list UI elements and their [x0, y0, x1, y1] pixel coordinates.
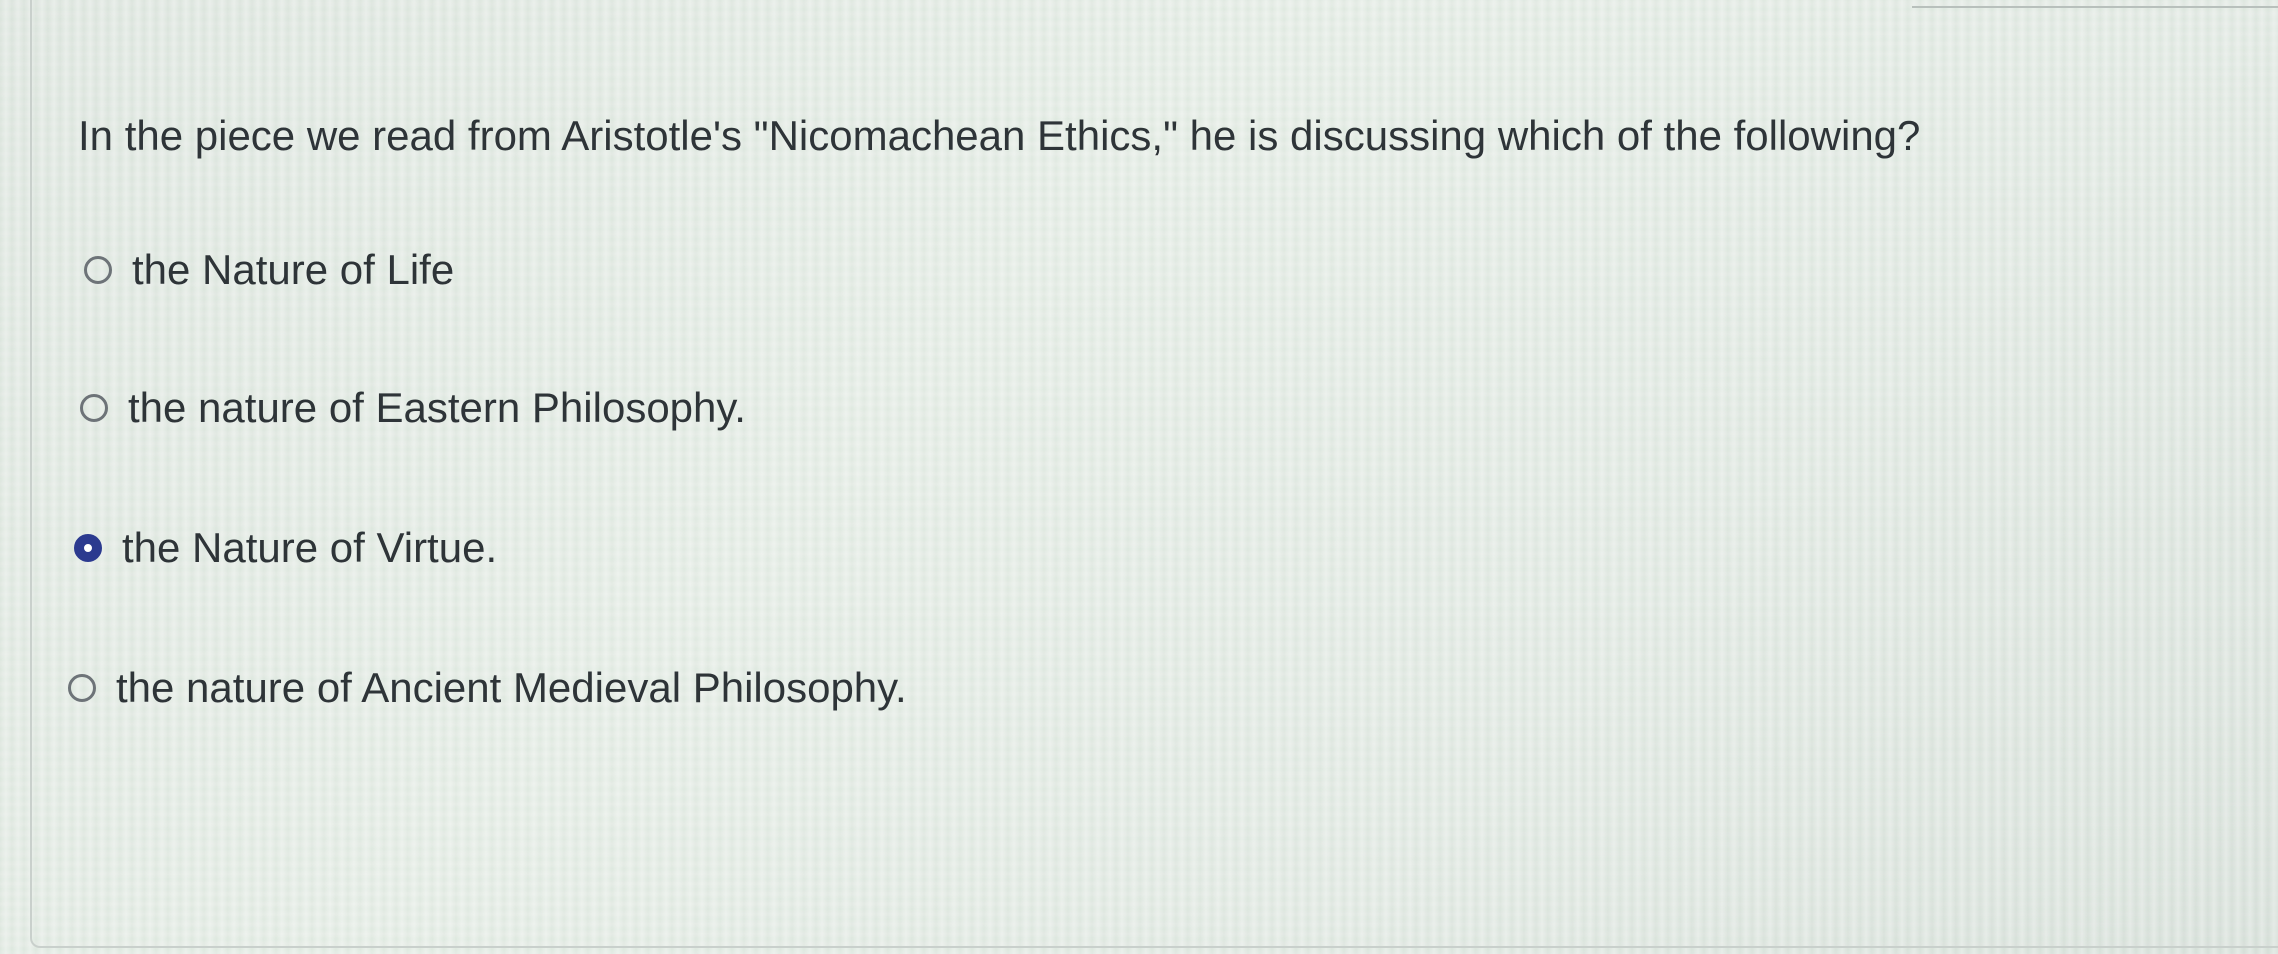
- radio-button-unselected[interactable]: [80, 394, 108, 422]
- answer-label: the nature of Eastern Philosophy.: [128, 384, 746, 431]
- answer-label: the Nature of Life: [132, 246, 455, 293]
- answer-label: the Nature of Virtue.: [122, 524, 498, 571]
- answer-option-ancient-medieval-philosophy[interactable]: the nature of Ancient Medieval Philosoph…: [68, 664, 907, 712]
- answer-option-eastern-philosophy[interactable]: the nature of Eastern Philosophy.: [80, 384, 746, 432]
- panel-top-edge: [1912, 0, 2278, 8]
- radio-button-unselected[interactable]: [68, 674, 96, 702]
- answer-label: the nature of Ancient Medieval Philosoph…: [116, 664, 907, 711]
- answer-option-nature-of-life[interactable]: the Nature of Life: [84, 246, 454, 294]
- answer-option-nature-of-virtue[interactable]: the Nature of Virtue.: [74, 524, 497, 572]
- radio-button-unselected[interactable]: [84, 256, 112, 284]
- radio-button-selected[interactable]: [74, 534, 102, 562]
- question-text: In the piece we read from Aristotle's "N…: [78, 112, 1921, 159]
